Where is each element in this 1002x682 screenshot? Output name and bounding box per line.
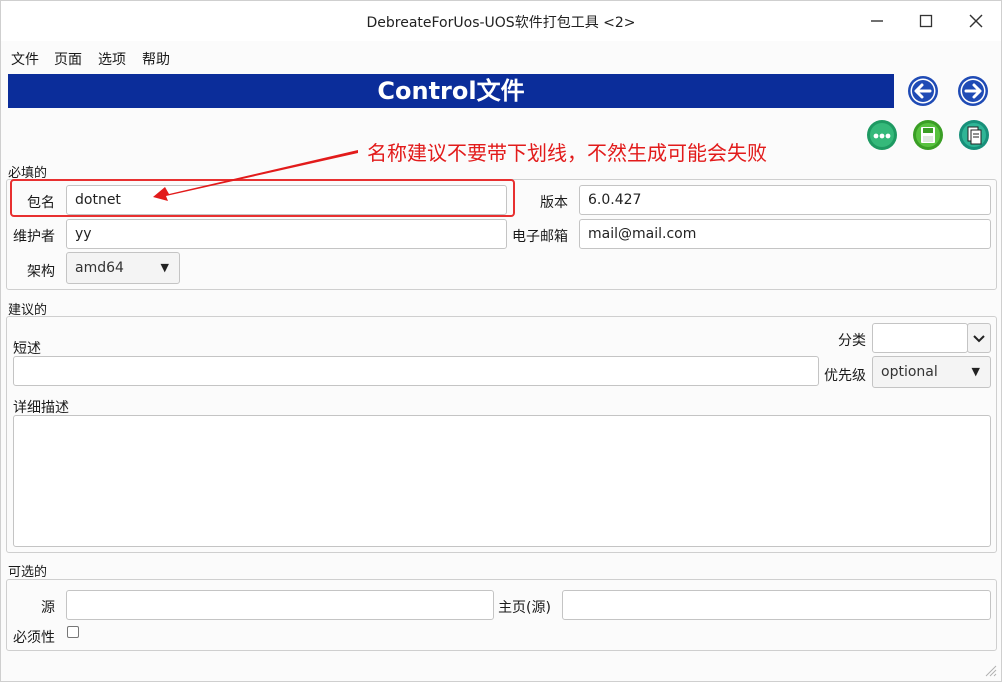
app-window: DebreateForUos-UOS软件打包工具 <2> 文件 页面 选项 帮助… [0,0,1002,682]
short-description-input[interactable] [13,356,819,386]
version-input[interactable]: 6.0.427 [579,185,991,215]
minimize-button[interactable] [865,9,889,33]
architecture-value: amd64 [75,260,124,276]
save-button[interactable] [912,119,944,151]
version-label: 版本 [540,195,568,211]
priority-value: optional [881,364,938,380]
document-icon [959,120,989,150]
more-button[interactable] [866,119,898,151]
category-label: 分类 [838,333,866,349]
architecture-label: 架构 [27,264,55,280]
minimize-icon [871,20,883,22]
save-icon [913,120,943,150]
maximize-button[interactable] [914,9,938,33]
source-input[interactable] [66,590,494,620]
menu-help[interactable]: 帮助 [142,49,170,69]
chevron-down-icon [973,335,985,343]
previous-page-button[interactable] [907,75,939,107]
maintainer-input[interactable]: yy [66,219,507,249]
window-title: DebreateForUos-UOS软件打包工具 <2> [366,15,636,31]
architecture-select[interactable]: amd64 ▼ [66,252,180,284]
email-label: 电子邮箱 [512,229,568,245]
maintainer-label: 维护者 [13,229,55,245]
short-description-label: 短述 [13,341,41,357]
priority-label: 优先级 [824,368,866,384]
dropdown-arrow-icon: ▼ [160,261,169,274]
preview-button[interactable] [958,119,990,151]
page-title-banner: Control文件 [8,74,894,108]
priority-select[interactable]: optional ▼ [872,356,991,388]
menu-options[interactable]: 选项 [98,49,126,69]
dropdown-arrow-icon: ▼ [971,365,980,378]
maximize-icon [919,14,933,28]
close-button[interactable] [964,9,988,33]
long-description-textarea[interactable] [13,415,991,547]
essential-checkbox[interactable] [67,626,79,638]
annotation-text: 名称建议不要带下划线，不然生成可能会失败 [367,141,767,165]
title-bar: DebreateForUos-UOS软件打包工具 <2> [1,1,1001,41]
more-dots-icon [867,120,897,150]
arrow-left-icon [908,76,938,106]
essential-label: 必须性 [13,630,55,646]
category-dropdown-button[interactable] [967,323,991,353]
category-input[interactable] [872,323,968,353]
arrow-right-icon [958,76,988,106]
next-page-button[interactable] [957,75,989,107]
annotation-arrow-icon [153,150,358,201]
email-input[interactable]: mail@mail.com [579,219,991,249]
resize-grip-icon[interactable] [983,663,997,677]
menu-bar: 文件 页面 选项 帮助 [1,45,1001,71]
package-name-label: 包名 [27,195,55,211]
menu-page[interactable]: 页面 [54,49,82,69]
source-label: 源 [41,600,55,616]
homepage-input[interactable] [562,590,991,620]
close-icon [969,14,983,28]
menu-file[interactable]: 文件 [11,49,39,69]
homepage-label: 主页(源) [498,600,551,616]
long-description-label: 详细描述 [13,400,69,416]
optional-section-label: 可选的 [8,565,48,580]
